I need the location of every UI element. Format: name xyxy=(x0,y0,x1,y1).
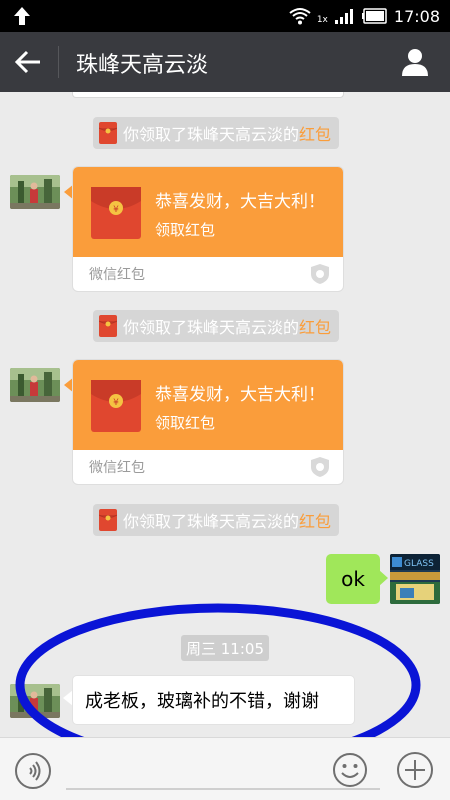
status-bar: 1x 17:08 xyxy=(0,0,450,32)
red-packet-action: 领取红包 xyxy=(155,414,216,432)
previous-message-fragment xyxy=(72,92,344,98)
outgoing-message[interactable]: ok xyxy=(326,554,380,604)
back-arrow-icon[interactable] xyxy=(14,48,44,76)
chat-header: 珠峰天高云淡 xyxy=(0,32,450,92)
input-bar xyxy=(0,737,450,800)
avatar[interactable] xyxy=(10,684,60,718)
red-packet-greeting: 恭喜发财，大吉大利！ xyxy=(155,192,325,212)
svg-text:¥: ¥ xyxy=(113,398,119,408)
system-notice: 你领取了珠峰天高云淡的 红包 xyxy=(93,504,340,536)
red-packet-greeting: 恭喜发财，大吉大利！ xyxy=(155,385,325,405)
red-packet-footer: 微信红包 xyxy=(89,267,145,283)
notice-text: 你领取了珠峰天高云淡的 xyxy=(123,512,300,531)
more-plus-icon[interactable] xyxy=(396,751,434,789)
avatar[interactable] xyxy=(10,368,60,402)
red-packet-link[interactable]: 红包 xyxy=(299,508,331,532)
svg-text:GLASS: GLASS xyxy=(404,559,434,569)
red-envelope-icon: ¥ xyxy=(91,187,141,239)
wechat-pay-icon xyxy=(311,264,329,284)
notice-text: 你领取了珠峰天高云淡的 xyxy=(123,125,300,144)
red-envelope-icon: ¥ xyxy=(91,380,141,432)
avatar-photo xyxy=(10,368,60,402)
incoming-message[interactable]: 成老板，玻璃补的不错，谢谢 xyxy=(72,675,355,725)
system-notice: 你领取了珠峰天高云淡的 红包 xyxy=(93,117,340,149)
header-divider xyxy=(58,46,59,78)
red-packet-link[interactable]: 红包 xyxy=(299,121,331,145)
red-packet-footer: 微信红包 xyxy=(89,460,145,476)
wifi-icon xyxy=(289,8,311,25)
status-right: 1x 17:08 xyxy=(289,0,440,32)
message-timestamp: 周三 11:05 xyxy=(181,635,269,661)
red-envelope-icon xyxy=(99,509,117,531)
avatar[interactable] xyxy=(10,175,60,209)
message-input[interactable] xyxy=(66,788,380,790)
signal-icon xyxy=(334,9,353,24)
wechat-pay-icon xyxy=(311,457,329,477)
avatar-photo: GLASS xyxy=(390,554,440,604)
red-packet-action: 领取红包 xyxy=(155,221,216,239)
red-packet-card[interactable]: ¥ 恭喜发财，大吉大利！ 领取红包 微信红包 xyxy=(72,166,344,292)
red-envelope-icon xyxy=(99,315,117,337)
chat-title: 珠峰天高云淡 xyxy=(76,53,209,78)
svg-text:¥: ¥ xyxy=(113,205,119,215)
bubble-tail xyxy=(379,570,388,586)
system-notice: 你领取了珠峰天高云淡的 红包 xyxy=(93,310,340,342)
clock: 17:08 xyxy=(393,6,440,26)
voice-input-icon[interactable] xyxy=(14,752,52,790)
my-avatar[interactable]: GLASS xyxy=(390,554,440,604)
battery-icon xyxy=(361,8,387,24)
red-envelope-icon xyxy=(99,122,117,144)
avatar-photo xyxy=(10,175,60,209)
emoji-icon[interactable] xyxy=(332,752,368,788)
red-packet-card[interactable]: ¥ 恭喜发财，大吉大利！ 领取红包 微信红包 xyxy=(72,359,344,485)
message-list[interactable]: 你领取了珠峰天高云淡的 红包 ¥ 恭喜发财，大吉大利！ 领取红包 微信红包 你领… xyxy=(0,92,450,737)
avatar-photo xyxy=(10,684,60,718)
network-type: 1x xyxy=(316,15,328,25)
notice-text: 你领取了珠峰天高云淡的 xyxy=(123,318,300,337)
red-packet-link[interactable]: 红包 xyxy=(299,314,331,338)
person-icon[interactable] xyxy=(400,47,430,77)
upload-arrow-icon xyxy=(14,7,30,25)
